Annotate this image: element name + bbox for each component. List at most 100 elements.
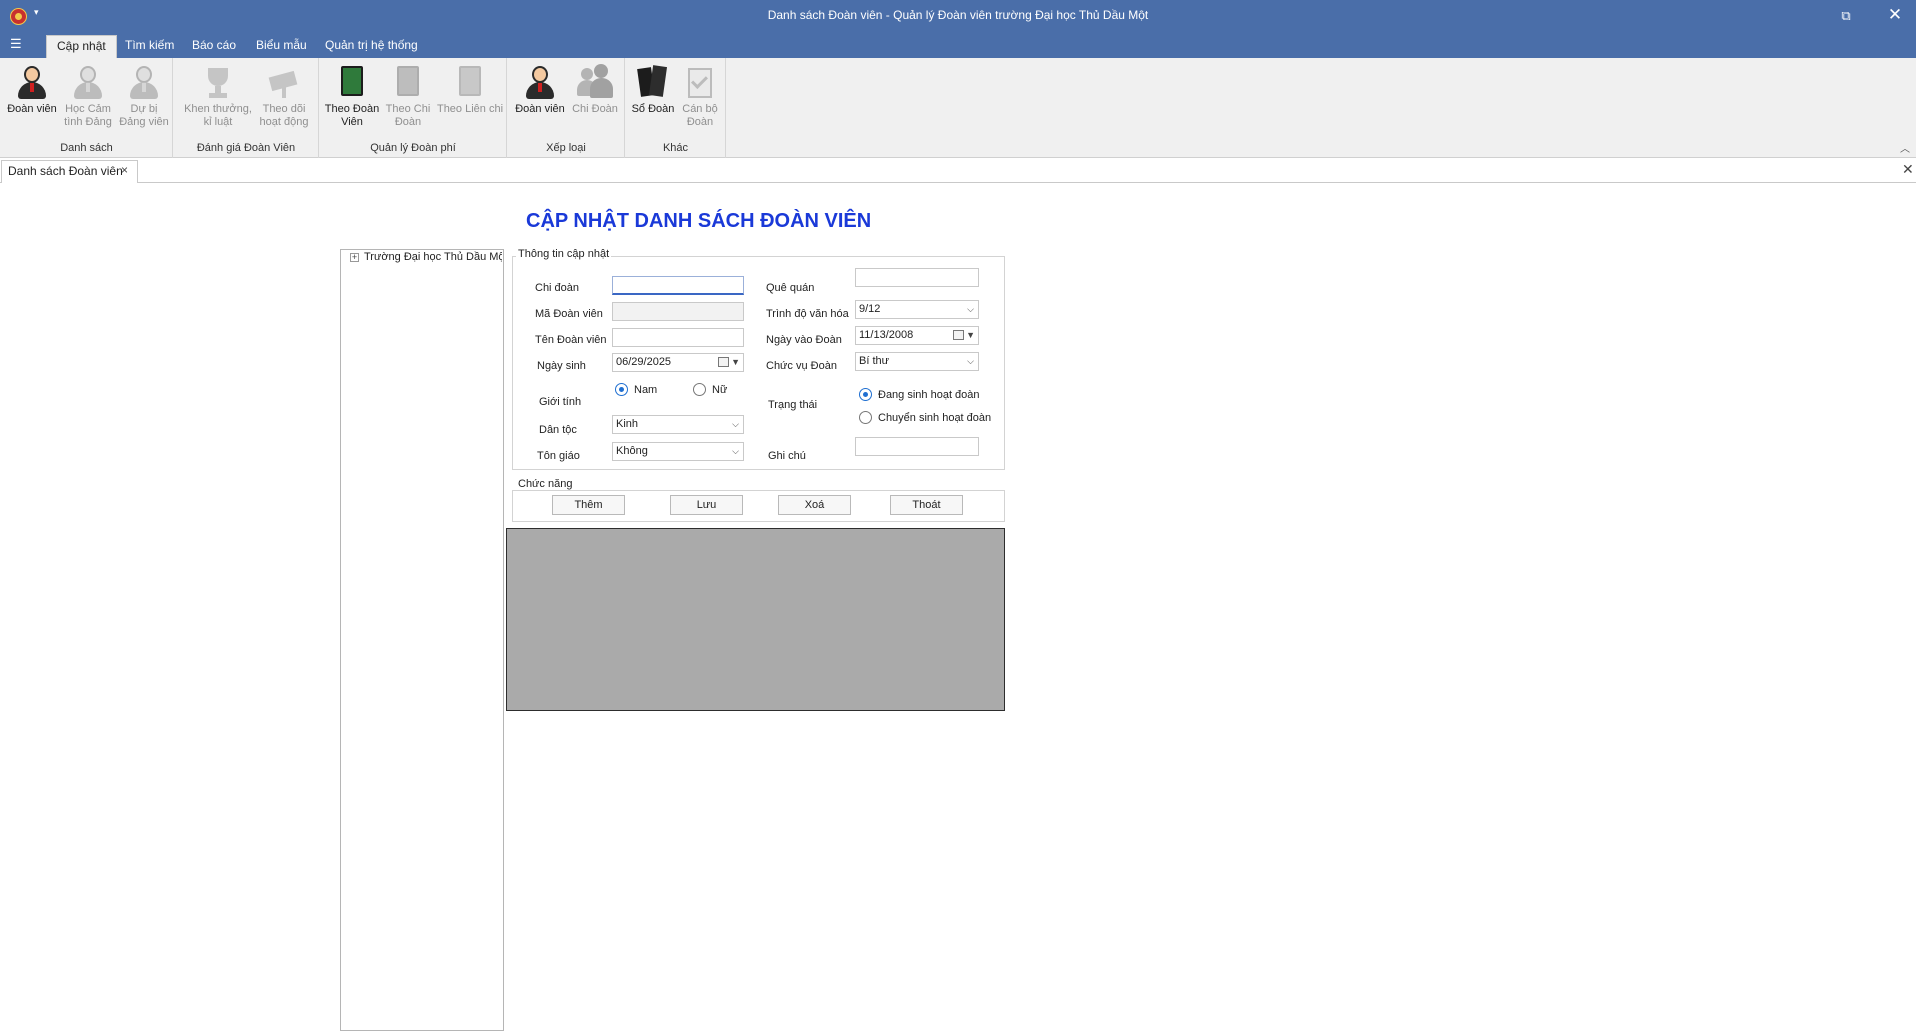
reserve-party-member-icon [126,64,162,100]
label-ton-giao: Tôn giáo [537,450,580,462]
info-fieldset-legend: Thông tin cập nhật [516,248,612,260]
close-window-icon[interactable]: ✕ [1886,6,1904,24]
gender-male-radio[interactable] [615,383,628,396]
ribbon-button-hoc-cam-tinh-dang[interactable]: Học Cảm tình Đảng [60,62,116,129]
chi-doan-field[interactable] [612,276,744,295]
camera-icon [266,64,302,100]
ribbon-button-doan-vien[interactable]: Đoàn viên [4,62,60,116]
window-title: Danh sách Đoàn viên - Quản lý Đoàn viên … [767,8,1149,22]
member-icon [14,64,50,100]
books-icon [635,64,671,100]
label-dan-toc: Dân tộc [539,424,577,436]
chevron-down-icon[interactable]: ▼ [731,354,740,371]
ribbon-button-can-bo-doan[interactable]: Cán bộ Đoàn [677,62,723,129]
label-chi-doan: Chi đoàn [535,282,580,294]
exit-button[interactable]: Thoát [890,495,963,515]
tree-node-root[interactable]: Trường Đại học Thủ Dầu Một [364,251,502,263]
gender-male-label: Nam [634,384,658,396]
delete-button[interactable]: Xoá [778,495,851,515]
ngay-vao-doan-value: 11/13/2008 [859,329,914,341]
ribbon-button-du-bi-dang-vien[interactable]: Dự bị Đảng viên [116,62,172,129]
label-ngay-sinh: Ngày sinh [537,360,586,372]
label-ngay-vao-doan: Ngày vào Đoàn [766,334,842,346]
close-document-icon[interactable]: ✕ [1902,161,1914,178]
calendar-icon[interactable] [953,330,964,340]
tab-bao-cao[interactable]: Báo cáo [182,35,246,58]
member-icon [522,64,558,100]
tab-tim-kiem[interactable]: Tìm kiếm [115,35,184,58]
status-active-label: Đang sinh hoạt đoàn [878,389,980,401]
ribbon-button-xep-loai-chi-doan[interactable]: Chi Đoàn [569,62,621,116]
trinh-do-select[interactable]: 9/12 ⌵ [855,300,979,319]
chevron-down-icon[interactable]: ▼ [966,327,975,344]
status-transferred-label: Chuyển sinh hoạt đoàn [878,412,992,424]
label-chuc-vu-doan: Chức vụ Đoàn [766,360,837,372]
ribbon-button-khen-thuong-ki-luat[interactable]: Khen thưởng, kỉ luật [180,62,256,129]
ma-doan-vien-field[interactable] [612,302,744,321]
ribbon-button-so-doan[interactable]: Sổ Đoàn [629,62,677,116]
trophy-icon [200,64,236,100]
label-ghi-chu: Ghi chú [768,450,806,462]
close-tab-icon[interactable]: × [121,163,128,177]
label-ma-doan-vien: Mã Đoàn viên [535,308,603,320]
file-menu-icon[interactable]: ☰ [10,37,32,51]
label-que-quan: Quê quán [766,282,815,294]
ghi-chu-field[interactable] [855,437,979,456]
dan-toc-value: Kinh [616,418,639,430]
ribbon-button-theo-lien-chi[interactable]: Theo Liên chi [434,62,506,116]
tab-quan-tri-he-thong[interactable]: Quản trị hệ thống [315,35,428,58]
ton-giao-value: Không [616,445,648,457]
tab-bieu-mau[interactable]: Biểu mẫu [246,35,317,58]
ribbon-group-label-khac: Khác [662,142,689,154]
clipboard-icon [682,64,718,100]
ngay-vao-doan-date-picker[interactable]: 11/13/2008 ▼ [855,326,979,345]
chevron-down-icon[interactable]: ⌵ [732,416,739,433]
ribbon-button-theo-chi-doan[interactable]: Theo Chi Đoàn [382,62,434,129]
ribbon-group-label-doan-phi: Quản lý Đoàn phí [370,142,456,154]
document-tab-strip [0,158,1916,183]
restore-window-icon[interactable]: ⧉ [1838,8,1854,24]
label-trang-thai: Trạng thái [768,399,818,411]
ribbon-button-xep-loai-doan-vien[interactable]: Đoàn viên [511,62,569,116]
trinh-do-value: 9/12 [859,303,881,315]
ribbon-group-label-danh-gia: Đánh giá Đoàn Viên [196,142,296,154]
save-button[interactable]: Lưu [670,495,743,515]
label-trinh-do-van-hoa: Trình độ văn hóa [766,308,849,320]
ribbon-group-label-danh-sach: Danh sách [60,142,113,154]
status-active-radio[interactable] [859,388,872,401]
green-book-icon [334,64,370,100]
group-icon [577,64,613,100]
unit-tree-panel[interactable] [340,249,504,1031]
calendar-icon[interactable] [718,357,729,367]
label-gioi-tinh: Giới tính [539,396,582,408]
add-button[interactable]: Thêm [552,495,625,515]
collapse-ribbon-icon[interactable]: ︿ [1900,140,1910,155]
document-tab-danh-sach-doan-vien[interactable]: Danh sách Đoàn viên [1,160,138,183]
functions-fieldset-legend: Chức năng [516,478,575,490]
ton-giao-select[interactable]: Không ⌵ [612,442,744,461]
chevron-down-icon[interactable]: ⌵ [967,353,974,370]
chevron-down-icon[interactable]: ⌵ [732,443,739,460]
que-quan-field[interactable] [855,268,979,287]
chuc-vu-value: Bí thư [859,355,889,367]
ribbon-group-label-xep-loai: Xếp loại [546,142,586,154]
gender-female-label: Nữ [712,384,728,396]
dan-toc-select[interactable]: Kinh ⌵ [612,415,744,434]
ngay-sinh-value: 06/29/2025 [616,356,672,368]
party-awareness-icon [70,64,106,100]
chuc-vu-select[interactable]: Bí thư ⌵ [855,352,979,371]
ribbon-button-theo-doi-hoat-dong[interactable]: Theo dõi hoạt động [256,62,312,129]
status-transferred-radio[interactable] [859,411,872,424]
tree-expand-icon[interactable]: + [350,253,359,262]
ribbon-button-theo-doan-vien[interactable]: Theo Đoàn Viên [322,62,382,129]
tab-cap-nhat[interactable]: Cập nhật [46,35,117,58]
grey-book-icon [452,64,488,100]
page-title: CẬP NHẬT DANH SÁCH ĐOÀN VIÊN [526,210,872,232]
ngay-sinh-date-picker[interactable]: 06/29/2025 ▼ [612,353,744,372]
grey-book-icon [390,64,426,100]
chevron-down-icon[interactable]: ⌵ [967,301,974,318]
member-data-grid[interactable] [506,528,1005,711]
ten-doan-vien-field[interactable] [612,328,744,347]
label-ten-doan-vien: Tên Đoàn viên [535,334,607,346]
gender-female-radio[interactable] [693,383,706,396]
